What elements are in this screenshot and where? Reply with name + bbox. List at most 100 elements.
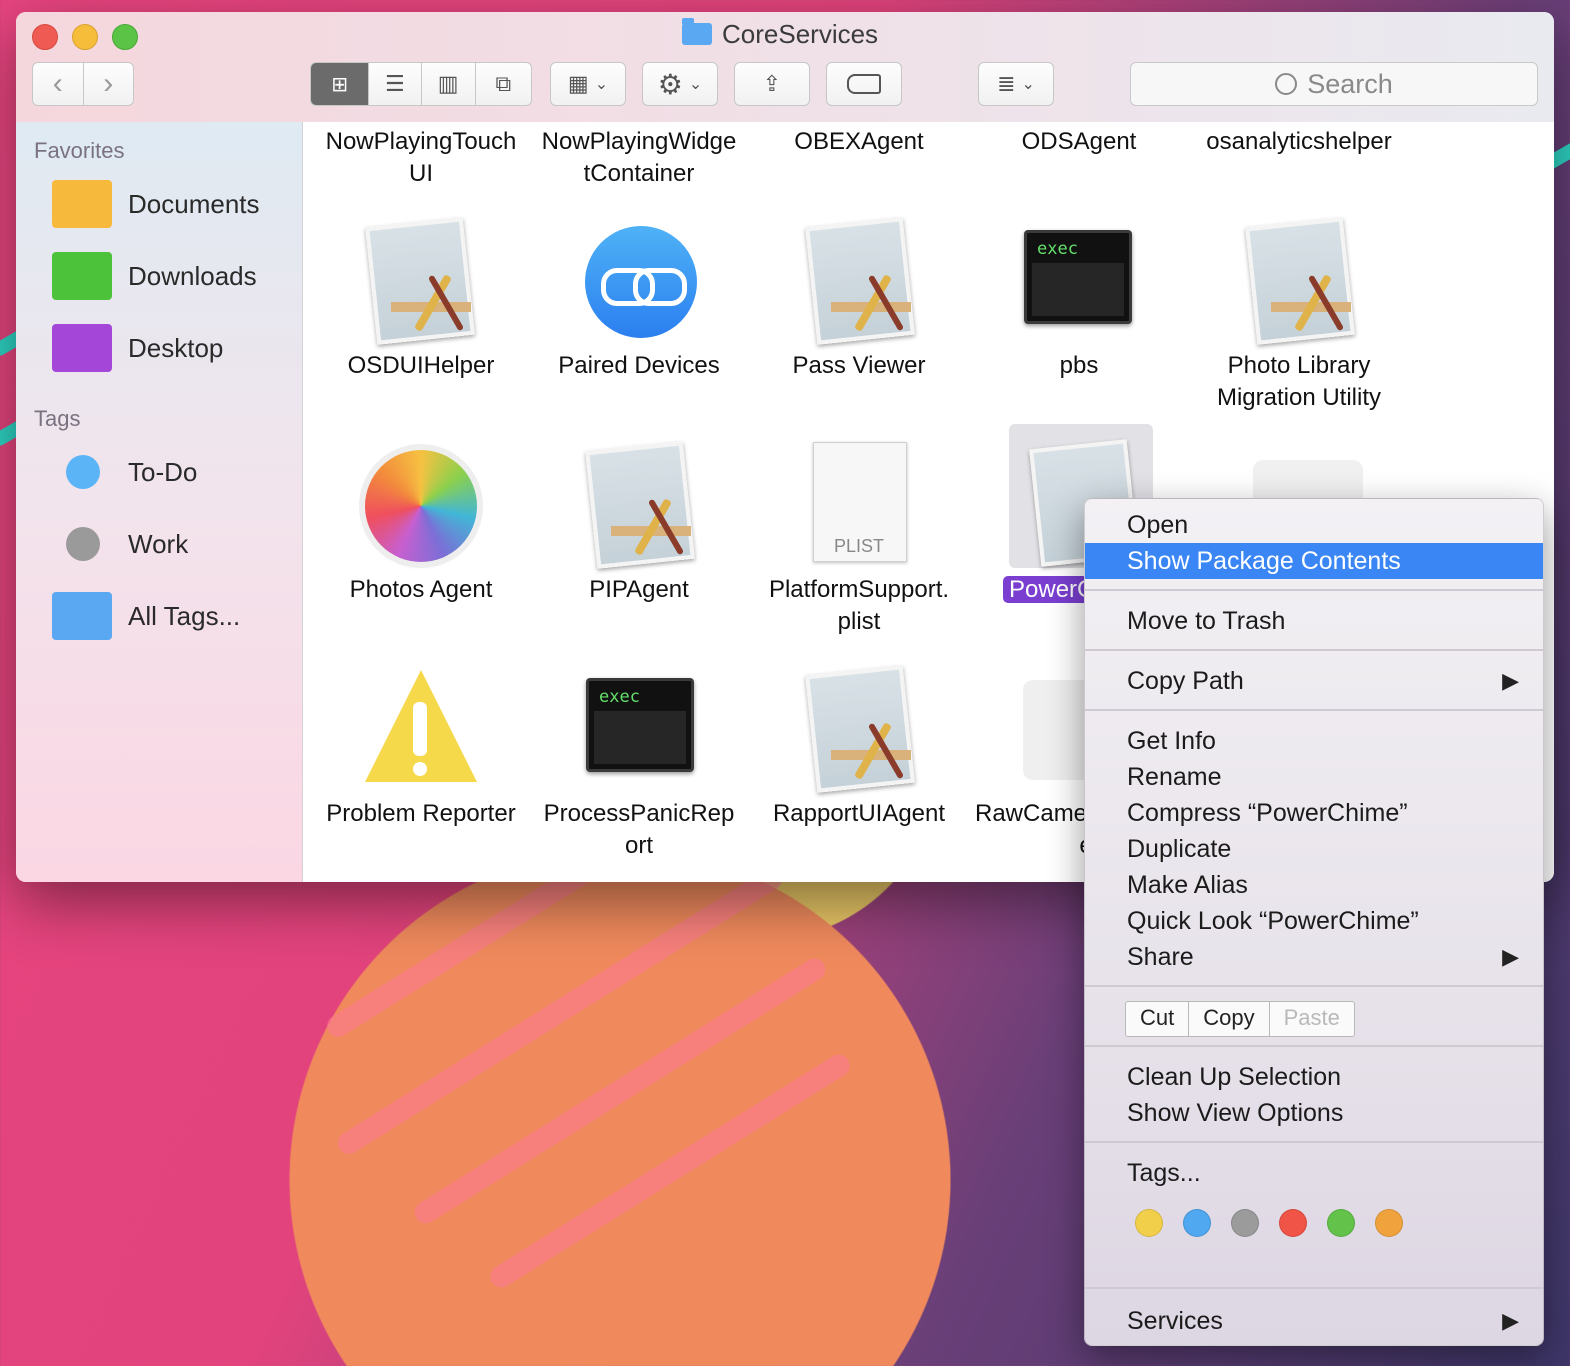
file-label[interactable]: osanalyticshelper	[1189, 126, 1409, 158]
tag-orange-button[interactable]	[1375, 1209, 1403, 1237]
file-label[interactable]: OBEXAgent	[749, 126, 969, 158]
sidebar-item-label: Documents	[128, 188, 260, 219]
action-button[interactable]: ⚙ ⌄	[642, 62, 718, 106]
menu-item-clean-up-selection[interactable]: Clean Up Selection	[1085, 1059, 1543, 1095]
grid-icon: ▦	[567, 71, 589, 96]
cut-copy-paste-group: Cut Copy Paste	[1125, 1001, 1355, 1037]
sidebar-item-documents[interactable]: Documents	[52, 174, 260, 234]
pencil-brush-icon	[1281, 272, 1351, 332]
forward-button[interactable]: ›	[84, 63, 134, 105]
window-title-text: CoreServices	[722, 18, 879, 49]
menu-item-get-info[interactable]: Get Info	[1085, 723, 1543, 759]
tag-gray-button[interactable]	[1231, 1209, 1259, 1237]
chevron-down-icon: ⌄	[594, 76, 609, 93]
menu-item-duplicate[interactable]: Duplicate	[1085, 831, 1543, 867]
photos-icon[interactable]	[351, 440, 491, 580]
menu-item-show-view-options[interactable]: Show View Options	[1085, 1095, 1543, 1131]
zoom-window-button[interactable]	[112, 24, 138, 50]
list-view-button[interactable]: ☰	[369, 63, 422, 105]
file-label[interactable]: Photo Library Migration Utility	[1189, 350, 1409, 414]
tag-green-button[interactable]	[1327, 1209, 1355, 1237]
app-icon[interactable]	[571, 436, 711, 576]
gear-icon: ⚙	[657, 68, 683, 100]
file-label[interactable]: RapportUIAgent	[749, 798, 969, 830]
tag-button[interactable]	[826, 62, 902, 106]
gallery-view-button[interactable]: ⧉	[476, 63, 531, 105]
file-label[interactable]: RawCame	[975, 798, 1095, 830]
app-icon[interactable]	[791, 212, 931, 352]
menu-item-tags[interactable]: Tags...	[1085, 1155, 1543, 1191]
close-window-button[interactable]	[32, 24, 58, 50]
copy-button[interactable]: Copy	[1189, 1002, 1270, 1036]
file-label[interactable]: Problem Reporter	[311, 798, 531, 830]
folder-icon	[52, 592, 112, 640]
pencil-brush-icon	[401, 272, 471, 332]
pencil-brush-icon	[841, 720, 911, 780]
menu-item-open[interactable]: Open	[1085, 507, 1543, 543]
menu-item-compress[interactable]: Compress “PowerChime”	[1085, 795, 1543, 831]
menu-item-share[interactable]: Share ▶	[1085, 939, 1543, 975]
sidebar-item-label: Desktop	[128, 332, 224, 363]
folder-icon	[682, 18, 712, 45]
menu-separator	[1085, 649, 1543, 651]
exec-icon[interactable]: exec	[1009, 212, 1149, 352]
desktop-folder-icon	[52, 324, 112, 372]
menu-separator	[1085, 1287, 1543, 1289]
menu-item-move-to-trash[interactable]: Move to Trash	[1085, 603, 1543, 639]
back-forward-group: ‹ ›	[32, 62, 134, 106]
menu-item-make-alias[interactable]: Make Alias	[1085, 867, 1543, 903]
file-label[interactable]: NowPlayingWidge tContainer	[529, 126, 749, 190]
file-label[interactable]: Paired Devices	[529, 350, 749, 382]
documents-folder-icon	[52, 180, 112, 228]
menu-item-quick-look[interactable]: Quick Look “PowerChime”	[1085, 903, 1543, 939]
file-label[interactable]: Pass Viewer	[749, 350, 969, 382]
sidebar-item-label: All Tags...	[128, 600, 241, 631]
tag-red-button[interactable]	[1279, 1209, 1307, 1237]
sidebar-item-label: Work	[128, 528, 189, 559]
back-button[interactable]: ‹	[33, 63, 84, 105]
file-label[interactable]: Photos Agent	[311, 574, 531, 606]
file-label[interactable]: PIPAgent	[529, 574, 749, 606]
menu-item-copy-path[interactable]: Copy Path ▶	[1085, 663, 1543, 699]
paired-devices-icon[interactable]	[571, 212, 711, 352]
sidebar-item-label: To-Do	[128, 456, 198, 487]
file-label[interactable]: OSDUIHelper	[311, 350, 531, 382]
app-icon[interactable]	[1231, 212, 1371, 352]
menu-item-show-package-contents[interactable]: Show Package Contents	[1085, 543, 1543, 579]
problem-reporter-icon[interactable]	[351, 660, 491, 800]
file-label[interactable]: NowPlayingTouch UI	[311, 126, 531, 190]
file-label[interactable]: pbs	[969, 350, 1189, 382]
share-button[interactable]: ⇪	[734, 62, 810, 106]
sidebar: Favorites Documents Downloads Desktop Ta…	[16, 122, 303, 882]
group-by-button[interactable]: ▦ ⌄	[550, 62, 626, 106]
exec-icon[interactable]: exec	[571, 660, 711, 800]
selected-file-label[interactable]: PowerC	[1003, 574, 1101, 606]
list-icon: ≣	[997, 71, 1016, 96]
plist-icon[interactable]: PLIST	[791, 436, 931, 576]
menu-item-services[interactable]: Services ▶	[1085, 1303, 1543, 1339]
tag-color-icon	[66, 455, 100, 489]
tag-yellow-button[interactable]	[1135, 1209, 1163, 1237]
sidebar-tag-work[interactable]: Work	[52, 514, 188, 574]
sidebar-item-desktop[interactable]: Desktop	[52, 318, 223, 378]
app-icon[interactable]	[791, 660, 931, 800]
file-label[interactable]: ProcessPanicRep ort	[529, 798, 749, 862]
minimize-window-button[interactable]	[72, 24, 98, 50]
warning-mark	[413, 702, 427, 756]
sidebar-tag-all[interactable]: All Tags...	[52, 586, 240, 646]
terminal-icon: exec	[1024, 230, 1132, 324]
sidebar-item-label: Downloads	[128, 260, 257, 291]
arrange-button[interactable]: ≣ ⌄	[978, 62, 1054, 106]
app-icon[interactable]	[351, 212, 491, 352]
file-label[interactable]: ODSAgent	[969, 126, 1189, 158]
menu-item-rename[interactable]: Rename	[1085, 759, 1543, 795]
tag-blue-button[interactable]	[1183, 1209, 1211, 1237]
file-label[interactable]: PlatformSupport. plist	[749, 574, 969, 638]
icon-view-button[interactable]: ⊞	[311, 63, 370, 105]
menu-separator	[1085, 709, 1543, 711]
sidebar-item-downloads[interactable]: Downloads	[52, 246, 257, 306]
sidebar-tag-todo[interactable]: To-Do	[52, 442, 197, 502]
cut-button[interactable]: Cut	[1126, 1002, 1190, 1036]
column-view-button[interactable]: ▥	[422, 63, 476, 105]
search-field[interactable]: Search	[1130, 62, 1538, 106]
